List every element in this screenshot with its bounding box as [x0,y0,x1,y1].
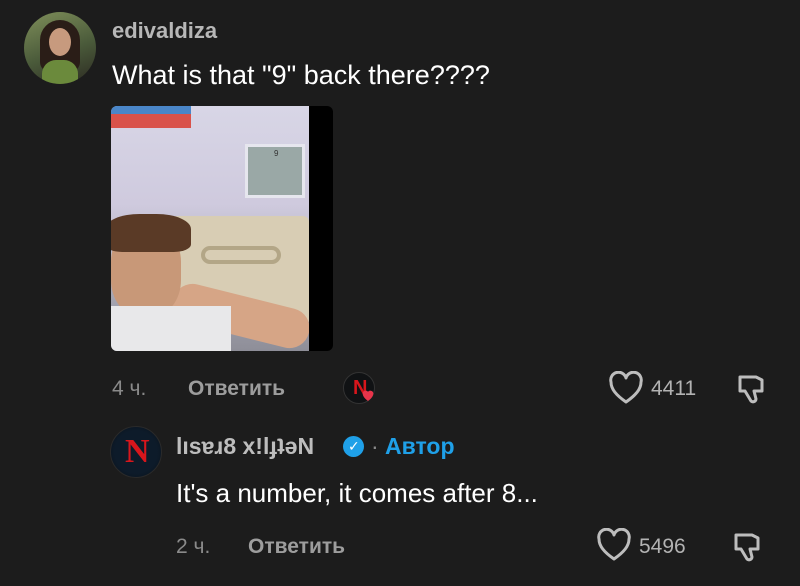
creator-liked-heart-icon [362,390,374,401]
comment-photo[interactable]: 9 [111,106,333,351]
reply-text: It's a number, it comes after 8... [176,478,538,508]
photo-shirt [111,306,231,351]
name-separator: · [371,433,379,459]
comment-reply-button[interactable]: Ответить [188,377,285,401]
like-heart-icon[interactable] [596,528,632,562]
photo-car-handle [201,246,281,264]
avatar-body [42,60,78,84]
creator-liked-badge: N [343,372,375,404]
photo-roof [111,114,191,128]
check-icon: ✓ [348,438,360,454]
author-badge: Автор [385,433,455,459]
reply-time: 2 ч. [176,535,211,558]
verified-check-icon: ✓ [343,436,364,457]
commenter-username[interactable]: edivaldiza [112,18,217,44]
commenter-avatar[interactable] [24,12,96,84]
dislike-thumb-icon[interactable] [730,530,764,564]
photo-person-hair [111,214,191,252]
photo-door: 9 [245,144,305,198]
photo-scene: 9 [111,106,309,351]
reply-username[interactable]: lısɐɹ8 x!lɟʇəN [176,433,314,460]
like-heart-icon[interactable] [608,371,644,405]
netflix-logo-icon: N [125,433,150,470]
comment-time: 4 ч. [112,377,147,400]
reply-like-count: 5496 [639,535,686,558]
dislike-thumb-icon[interactable] [734,372,768,406]
reply-reply-button[interactable]: Ответить [248,535,345,559]
photo-door-number: 9 [274,149,279,158]
comment-text: What is that "9" back there???? [112,60,490,90]
reply-author-avatar[interactable]: N [110,426,162,478]
avatar-face [49,28,71,56]
comment-like-count: 4411 [651,377,697,400]
next-comment-cutoff [176,578,436,586]
